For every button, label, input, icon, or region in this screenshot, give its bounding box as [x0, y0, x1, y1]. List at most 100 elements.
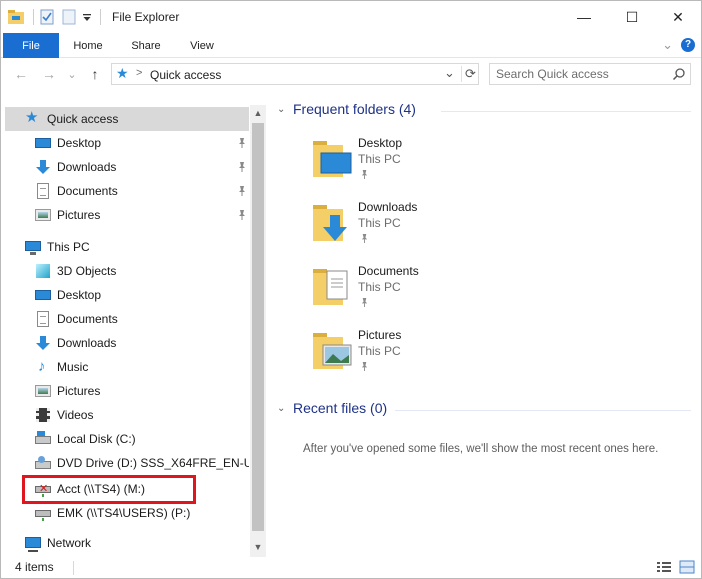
address-dropdown-icon[interactable]: ⌄ [444, 65, 455, 81]
nav-item-label: Downloads [57, 336, 117, 350]
documents-icon [35, 311, 51, 327]
folder-name: Desktop [358, 136, 403, 150]
folder-location: This PC [358, 216, 401, 230]
downloads-icon [35, 159, 51, 175]
pin-icon [361, 362, 368, 371]
nav-item-emk-drive[interactable]: EMK (\\TS4\USERS) (P:) [5, 501, 249, 525]
folder-name: Pictures [358, 328, 402, 342]
content-pane: ⌄ Frequent folders (4) Desktop This PC D… [271, 93, 701, 553]
close-button[interactable]: ✕ [655, 1, 701, 33]
nav-item-local-disk[interactable]: Local Disk (C:) [5, 427, 249, 451]
nav-item-downloads[interactable]: Downloads [5, 331, 249, 355]
nav-item-label: Network [47, 536, 92, 550]
forward-button[interactable]: → [41, 65, 57, 83]
back-button[interactable]: ← [13, 65, 29, 83]
pin-icon [239, 210, 245, 220]
large-icons-view-icon[interactable] [679, 560, 695, 574]
breadcrumb-separator[interactable]: > [136, 67, 142, 79]
recent-locations-button[interactable]: ⌄ [67, 65, 77, 83]
frequent-folder-desktop[interactable]: Desktop This PC [311, 135, 611, 195]
folder-location: This PC [358, 280, 401, 294]
nav-item-label: Documents [57, 184, 118, 198]
nav-item-quick-desktop[interactable]: Desktop [5, 131, 249, 155]
tab-share[interactable]: Share [121, 33, 171, 58]
chevron-down-icon: ⌄ [277, 402, 286, 414]
recent-files-empty-message: After you've opened some files, we'll sh… [303, 443, 659, 455]
folder-name: Downloads [358, 200, 418, 214]
maximize-button[interactable]: ☐ [609, 1, 655, 33]
customize-toolbar-dropdown-icon[interactable] [82, 8, 92, 26]
pin-icon [239, 138, 245, 148]
nav-item-quick-documents[interactable]: Documents [5, 179, 249, 203]
nav-item-label: Desktop [57, 288, 102, 302]
scrollbar-thumb[interactable] [252, 123, 264, 531]
chevron-down-icon: ⌄ [277, 103, 286, 115]
nav-item-3d-objects[interactable]: 3D Objects [5, 259, 249, 283]
address-bar[interactable]: ★ > Quick access ⌄ ⟳ [111, 63, 479, 85]
frequent-folders-header[interactable]: ⌄ Frequent folders (4) [277, 101, 416, 117]
help-icon[interactable]: ? [681, 38, 695, 52]
pictures-icon [35, 383, 51, 399]
expand-ribbon-icon[interactable]: ⌄ [662, 37, 673, 53]
pin-icon [239, 162, 245, 172]
nav-item-label: This PC [47, 240, 90, 254]
group-divider [441, 111, 691, 112]
window-title: File Explorer [112, 10, 180, 24]
pin-icon [361, 298, 368, 307]
recent-files-title: Recent files (0) [293, 400, 388, 416]
pin-icon [361, 234, 368, 243]
downloads-folder-icon [313, 205, 347, 241]
minimize-button[interactable]: — [561, 1, 607, 33]
videos-icon [35, 407, 51, 423]
file-explorer-app-icon[interactable] [7, 8, 25, 26]
documents-icon [35, 183, 51, 199]
scroll-down-button[interactable]: ▼ [250, 539, 266, 555]
refresh-icon[interactable]: ⟳ [461, 66, 476, 82]
search-input[interactable] [496, 67, 666, 81]
breadcrumb-quick-access[interactable]: Quick access [150, 68, 221, 82]
nav-item-label: Local Disk (C:) [57, 432, 136, 446]
navigation-pane-scrollbar[interactable]: ▲ ▼ [250, 105, 266, 557]
nav-item-videos[interactable]: Videos [5, 403, 249, 427]
recent-files-header[interactable]: ⌄ Recent files (0) [277, 400, 387, 416]
nav-item-label: DVD Drive (D:) SSS_X64FRE_EN-US_DV [57, 456, 249, 470]
folder-location: This PC [358, 152, 401, 166]
pin-icon [239, 186, 245, 196]
nav-item-desktop[interactable]: Desktop [5, 283, 249, 307]
network-icon [25, 535, 41, 552]
tab-file[interactable]: File [3, 33, 59, 58]
nav-item-pictures[interactable]: Pictures [5, 379, 249, 403]
ribbon-controls: ⌄ ? [662, 37, 695, 53]
nav-item-dvd-drive[interactable]: DVD Drive (D:) SSS_X64FRE_EN-US_DV [5, 451, 249, 475]
nav-item-documents[interactable]: Documents [5, 307, 249, 331]
toolbar-separator [33, 9, 34, 25]
up-button[interactable]: ↑ [87, 65, 103, 83]
scroll-up-button[interactable]: ▲ [250, 105, 266, 121]
folder-name: Documents [358, 264, 419, 278]
network-drive-icon [35, 505, 51, 521]
music-icon: ♪ [38, 358, 46, 375]
desktop-icon [35, 287, 51, 303]
new-folder-icon[interactable] [60, 8, 78, 26]
nav-item-music[interactable]: ♪ Music [5, 355, 249, 379]
frequent-folder-downloads[interactable]: Downloads This PC [311, 199, 611, 259]
tab-home[interactable]: Home [63, 33, 113, 58]
nav-item-label: Music [57, 360, 89, 374]
item-count: 4 items [15, 560, 54, 574]
toolbar-separator [100, 9, 101, 25]
nav-item-quick-access[interactable]: ★ Quick access [5, 107, 249, 131]
tab-view[interactable]: View [177, 33, 227, 58]
frequent-folder-documents[interactable]: Documents This PC [311, 263, 611, 323]
nav-item-network[interactable]: Network [5, 531, 249, 555]
folder-location: This PC [358, 344, 401, 358]
nav-item-quick-downloads[interactable]: Downloads [5, 155, 249, 179]
search-icon[interactable] [672, 67, 686, 81]
nav-item-label: Videos [57, 408, 94, 422]
frequent-folder-pictures[interactable]: Pictures This PC [311, 327, 611, 387]
properties-icon[interactable] [38, 8, 56, 26]
nav-item-this-pc[interactable]: This PC [5, 235, 249, 259]
documents-folder-icon [313, 269, 348, 305]
details-view-icon[interactable] [656, 560, 672, 574]
nav-item-quick-pictures[interactable]: Pictures [5, 203, 249, 227]
search-box[interactable] [489, 63, 691, 85]
